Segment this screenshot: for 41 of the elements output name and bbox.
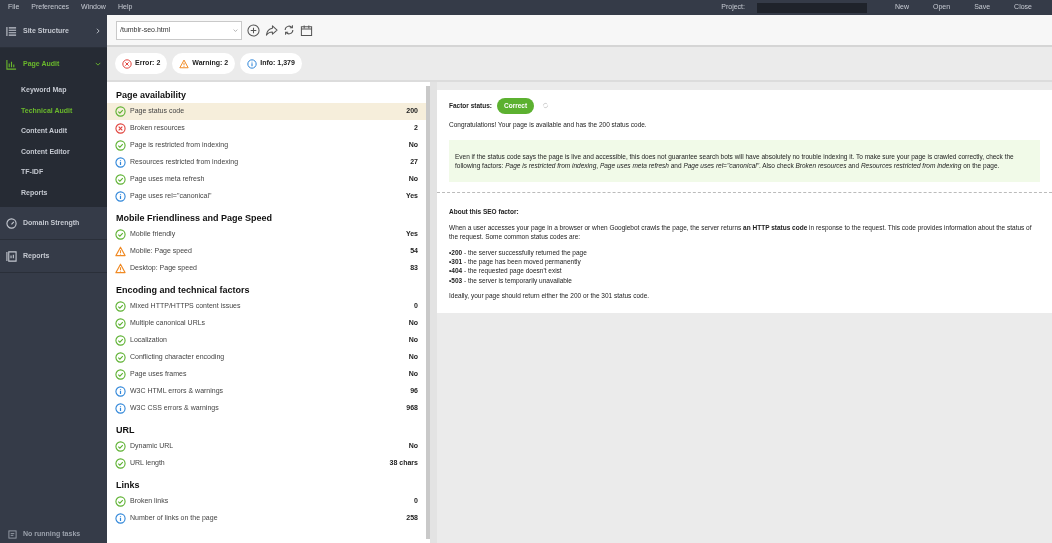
share-icon[interactable] — [265, 23, 278, 37]
check-circle-icon — [115, 335, 126, 346]
error-circle-icon — [122, 58, 132, 69]
section-heading: Links — [115, 479, 141, 492]
error-circle-icon — [115, 123, 126, 134]
chevron-right-icon — [95, 28, 101, 34]
list-icon — [6, 25, 17, 37]
warning-icon — [179, 58, 190, 69]
section-heading: Encoding and technical factors — [115, 284, 251, 297]
check-circle-icon — [115, 140, 126, 151]
check-circle-icon — [115, 318, 126, 329]
warning-icon — [115, 263, 126, 274]
section-heading: Mobile Friendliness and Page Speed — [115, 212, 274, 225]
info-circle-icon — [115, 157, 126, 168]
check-circle-icon — [115, 369, 126, 380]
caret-icon — [233, 27, 238, 33]
check-circle-icon — [115, 301, 126, 312]
info-circle-icon — [115, 191, 126, 202]
bar-chart-icon — [6, 58, 17, 70]
info-circle-icon — [115, 513, 126, 524]
check-circle-icon — [115, 174, 126, 185]
add-icon[interactable] — [247, 23, 260, 37]
check-circle-icon — [115, 496, 126, 507]
section-heading: Page availability — [115, 89, 188, 102]
report-icon — [6, 250, 17, 262]
task-list-icon — [8, 529, 17, 539]
project-field[interactable] — [757, 2, 867, 13]
refresh-icon[interactable] — [283, 24, 295, 36]
warning-icon — [115, 246, 126, 257]
section-heading: URL — [115, 424, 136, 437]
info-circle-icon — [247, 58, 258, 69]
check-circle-icon — [115, 458, 126, 469]
check-circle-icon — [115, 229, 126, 240]
calendar-icon[interactable] — [300, 23, 313, 37]
info-circle-icon — [115, 403, 126, 414]
check-circle-icon — [115, 352, 126, 363]
info-circle-icon — [115, 386, 126, 397]
chevron-down-icon — [95, 61, 101, 67]
check-circle-icon — [115, 441, 126, 452]
gauge-icon — [6, 217, 17, 229]
check-circle-icon — [115, 106, 126, 117]
